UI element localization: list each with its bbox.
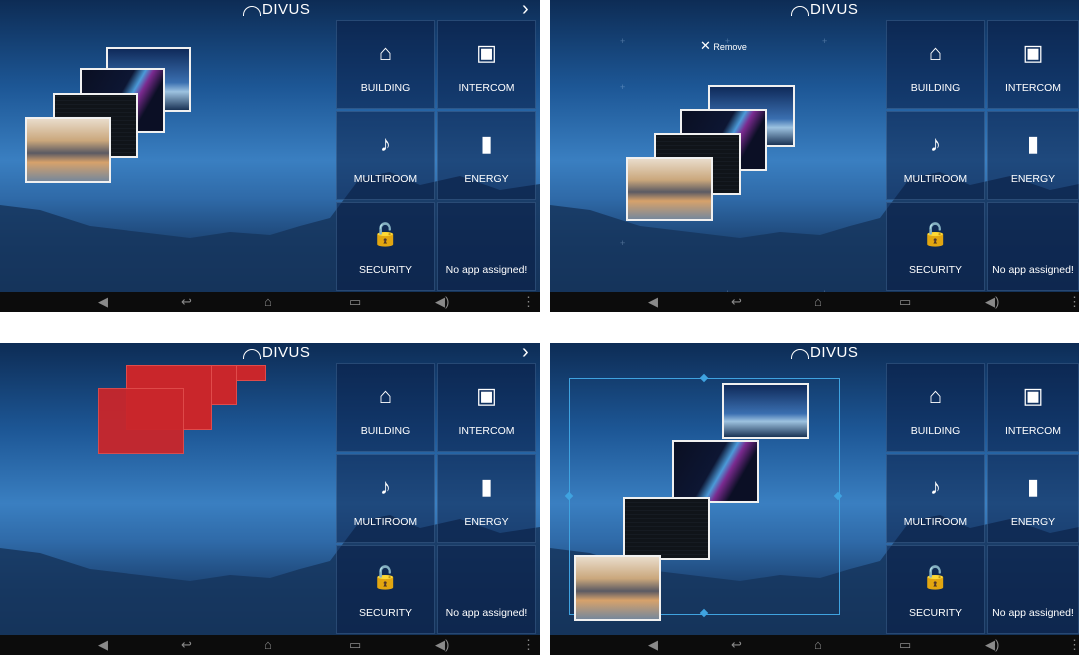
intercom-icon: ▣ xyxy=(476,40,497,65)
house-icon: ⌂ xyxy=(378,40,393,65)
house-icon: ⌂ xyxy=(928,383,943,408)
tile-intercom[interactable]: ▣ INTERCOM xyxy=(437,363,536,452)
app-grid: ⌂ BUILDING ▣ INTERCOM ♪ MULTIROOM ▮ ENERGY 🔓… xyxy=(336,363,537,634)
home-icon[interactable]: ⌂ xyxy=(264,637,272,653)
menu-icon[interactable]: ⋮ xyxy=(1068,294,1079,310)
divus-logo: DIVUS xyxy=(791,344,858,361)
music-icon: ♪ xyxy=(380,131,391,156)
android-navbar: ◀ ↩ ⌂ ▭ ◀) ⋮ xyxy=(550,292,1079,312)
back-icon[interactable]: ↩ xyxy=(181,637,192,653)
app-grid: ⌂ BUILDING ▣ INTERCOM ♪ MULTIROOM ▮ ENERGY 🔓… xyxy=(886,363,1079,634)
tile-energy[interactable]: ▮ ENERGY xyxy=(437,111,536,200)
back-icon[interactable]: ↩ xyxy=(731,637,742,653)
tile-building[interactable]: ⌂ BUILDING xyxy=(336,363,435,452)
tile-energy[interactable]: ▮ ENERGY xyxy=(987,454,1079,543)
recent-apps-icon[interactable]: ▭ xyxy=(899,294,911,310)
recent-apps-icon[interactable]: ▭ xyxy=(899,637,911,653)
tile-unassigned[interactable]: No app assigned! xyxy=(437,202,536,291)
close-icon: ✕ xyxy=(700,38,711,53)
grid-marker: + xyxy=(822,36,828,46)
android-navbar: ◀ ↩ ⌂ ▭ ◀) ⋮ xyxy=(0,292,540,312)
tile-energy[interactable]: ▮ ENERGY xyxy=(437,454,536,543)
volume-down-icon[interactable]: ◀ xyxy=(98,294,108,310)
app-grid: ⌂ BUILDING ▣ INTERCOM ♪ MULTIROOM ▮ ENERGY 🔓… xyxy=(336,20,537,291)
energy-bars-icon: ▮ xyxy=(1026,474,1040,499)
recent-apps-icon[interactable]: ▭ xyxy=(349,294,361,310)
tile-security[interactable]: 🔓 SECURITY xyxy=(886,545,985,634)
app-grid: ⌂ BUILDING ▣ INTERCOM ♪ MULTIROOM ▮ ENERGY 🔓… xyxy=(886,20,1079,291)
tile-multiroom[interactable]: ♪ MULTIROOM xyxy=(336,454,435,543)
tile-multiroom[interactable]: ♪ MULTIROOM xyxy=(886,111,985,200)
wallpaper-thumb-sunset[interactable] xyxy=(574,555,661,621)
tile-building[interactable]: ⌂ BUILDING xyxy=(886,20,985,109)
back-icon[interactable]: ↩ xyxy=(181,294,192,310)
intercom-icon: ▣ xyxy=(476,383,497,408)
tile-intercom[interactable]: ▣ INTERCOM xyxy=(437,20,536,109)
tile-multiroom[interactable]: ♪ MULTIROOM xyxy=(886,454,985,543)
grid-marker: + xyxy=(620,36,626,46)
energy-bars-icon: ▮ xyxy=(480,131,493,156)
wallpaper-thumb-streak[interactable] xyxy=(672,440,759,503)
back-icon[interactable]: ↩ xyxy=(731,294,742,310)
android-navbar: ◀ ↩ ⌂ ▭ ◀) ⋮ xyxy=(550,635,1079,655)
energy-bars-icon: ▮ xyxy=(480,474,493,499)
music-icon: ♪ xyxy=(380,474,391,499)
home-icon[interactable]: ⌂ xyxy=(814,637,822,653)
remove-button[interactable]: ✕ Remove xyxy=(700,38,747,54)
music-icon: ♪ xyxy=(930,474,941,499)
wallpaper-thumb-sunset[interactable] xyxy=(25,117,111,183)
grid-marker: + xyxy=(620,238,626,248)
divus-logo: DIVUS xyxy=(791,1,858,18)
wallpaper-thumb-sky[interactable] xyxy=(722,383,809,439)
tile-building[interactable]: ⌂ BUILDING xyxy=(336,20,435,109)
tile-intercom[interactable]: ▣ INTERCOM xyxy=(987,363,1079,452)
intercom-icon: ▣ xyxy=(1022,40,1044,65)
house-icon: ⌂ xyxy=(378,383,393,408)
recent-apps-icon[interactable]: ▭ xyxy=(349,637,361,653)
energy-bars-icon: ▮ xyxy=(1026,131,1040,156)
padlock-icon: 🔓 xyxy=(371,565,400,590)
padlock-icon: 🔓 xyxy=(921,565,950,590)
volume-down-icon[interactable]: ◀ xyxy=(648,294,658,310)
tile-security[interactable]: 🔓 SECURITY xyxy=(336,545,435,634)
volume-up-icon[interactable]: ◀) xyxy=(985,637,999,653)
tile-security[interactable]: 🔓 SECURITY xyxy=(336,202,435,291)
padlock-icon: 🔓 xyxy=(921,222,950,247)
screen-1: DIVUS › ⌂ BUILDING ▣ INTERCOM ♪ MULTIROOM ▮… xyxy=(0,0,540,312)
tile-unassigned[interactable]: No app assigned! xyxy=(437,545,536,634)
volume-down-icon[interactable]: ◀ xyxy=(98,637,108,653)
tile-security[interactable]: 🔓 SECURITY xyxy=(886,202,985,291)
home-icon[interactable]: ⌂ xyxy=(814,294,822,310)
padlock-icon: 🔓 xyxy=(371,222,400,247)
tile-multiroom[interactable]: ♪ MULTIROOM xyxy=(336,111,435,200)
tile-unassigned[interactable]: No app assigned! xyxy=(987,202,1079,291)
screen-3: DIVUS › ⌂ BUILDING ▣ INTERCOM ♪ MULTIROOM ▮… xyxy=(0,343,540,655)
tile-energy[interactable]: ▮ ENERGY xyxy=(987,111,1079,200)
divus-logo: DIVUS xyxy=(243,1,310,18)
menu-icon[interactable]: ⋮ xyxy=(522,294,535,310)
house-icon: ⌂ xyxy=(928,40,943,65)
home-icon[interactable]: ⌂ xyxy=(264,294,272,310)
menu-icon[interactable]: ⋮ xyxy=(1068,637,1079,653)
screen-4: DIVUS ⌂ BUILDING ▣ INTERCOM ♪ MULTIROOM ▮ EN… xyxy=(550,343,1079,655)
music-icon: ♪ xyxy=(930,131,941,156)
tile-intercom[interactable]: ▣ INTERCOM xyxy=(987,20,1079,109)
grid-marker: + xyxy=(620,82,626,92)
volume-up-icon[interactable]: ◀) xyxy=(435,637,449,653)
dragged-thumb-front[interactable] xyxy=(98,388,184,454)
tile-building[interactable]: ⌂ BUILDING xyxy=(886,363,985,452)
divus-logo: DIVUS xyxy=(243,344,310,361)
next-chevron-icon[interactable]: › xyxy=(522,343,529,364)
wallpaper-thumb-dark[interactable] xyxy=(623,497,710,560)
volume-up-icon[interactable]: ◀) xyxy=(985,294,999,310)
android-navbar: ◀ ↩ ⌂ ▭ ◀) ⋮ xyxy=(0,635,540,655)
wallpaper-thumb-sunset[interactable] xyxy=(626,157,713,221)
screen-2: + + + + + + + DIVUS ✕ Remove ⌂BUILDING ▣… xyxy=(550,0,1079,312)
tile-unassigned[interactable]: No app assigned! xyxy=(987,545,1079,634)
menu-icon[interactable]: ⋮ xyxy=(522,637,535,653)
next-chevron-icon[interactable]: › xyxy=(522,0,529,21)
volume-down-icon[interactable]: ◀ xyxy=(648,637,658,653)
volume-up-icon[interactable]: ◀) xyxy=(435,294,449,310)
intercom-icon: ▣ xyxy=(1022,383,1044,408)
